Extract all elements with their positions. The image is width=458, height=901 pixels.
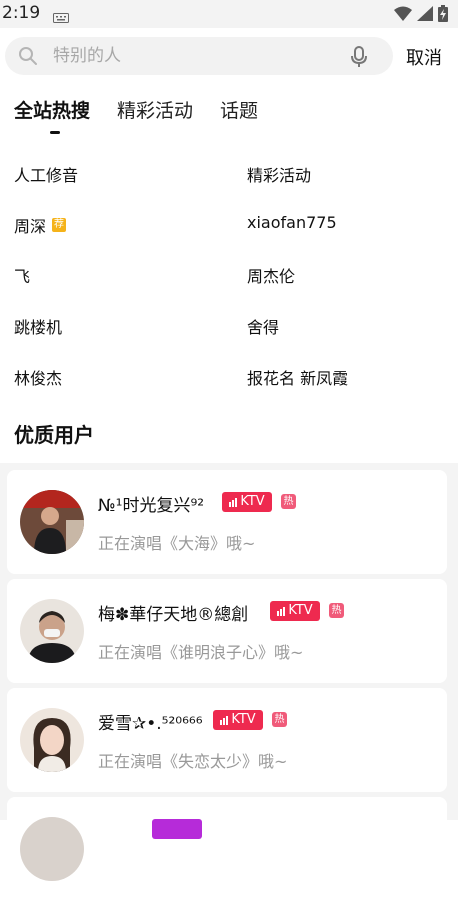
signal-icon <box>417 6 433 25</box>
ktv-bars-icon <box>277 606 286 616</box>
avatar[interactable] <box>20 817 84 881</box>
user-card[interactable]: №¹时光复兴⁹² KTV 热 正在演唱《大海》哦~ <box>7 470 447 574</box>
hot-search-label: xiaofan775 <box>247 213 337 232</box>
hot-search-item[interactable]: 精彩活动 <box>247 162 311 186</box>
singing-status: 正在演唱《失恋太少》哦~ <box>98 752 288 771</box>
hot-search-item[interactable]: 报花名 新凤霞 <box>247 365 348 389</box>
tab-topics[interactable]: 话题 <box>220 96 258 123</box>
hot-search-label: 林俊杰 <box>14 369 63 388</box>
ktv-badge <box>152 819 202 839</box>
microphone-icon[interactable] <box>351 46 367 72</box>
quality-user-list: №¹时光复兴⁹² KTV 热 正在演唱《大海》哦~ 梅✽華仔天地®總創 KTV … <box>0 463 458 901</box>
hot-search-item[interactable]: 林俊杰 <box>14 365 62 389</box>
user-card[interactable]: 梅✽華仔天地®總創 KTV 热 正在演唱《谁明浪子心》哦~ <box>7 579 447 683</box>
hot-search-item[interactable]: xiaofan775 <box>247 213 337 232</box>
ktv-badge: KTV <box>270 601 320 621</box>
tab-indicator <box>50 131 60 134</box>
ktv-label: KTV <box>231 712 256 727</box>
hot-badge: 热 <box>281 494 296 509</box>
hot-search-label: 飞 <box>14 267 31 286</box>
hot-search-item[interactable]: 人工修音 <box>14 162 78 186</box>
user-name: 梅✽華仔天地®總創 <box>98 605 249 625</box>
avatar[interactable] <box>20 708 84 772</box>
tab-hot-search[interactable]: 全站热搜 <box>14 96 90 123</box>
status-bar: 2:19 <box>0 0 458 28</box>
section-title-quality-users: 优质用户 <box>14 423 94 447</box>
hot-search-label: 周深 <box>14 217 47 236</box>
battery-icon <box>438 5 448 26</box>
search-bar[interactable] <box>5 37 393 75</box>
hot-search-label: 人工修音 <box>14 166 79 185</box>
search-input[interactable] <box>53 37 343 75</box>
ktv-label: KTV <box>288 603 313 618</box>
hot-search-label: 舍得 <box>247 318 280 337</box>
recommend-badge: 荐 <box>52 218 67 232</box>
user-card[interactable]: 爱雪✰•.⁵²⁰⁶⁶⁶ KTV 热 正在演唱《失恋太少》哦~ <box>7 688 447 792</box>
avatar[interactable] <box>20 490 84 554</box>
ktv-bars-icon <box>220 715 229 725</box>
hot-search-item[interactable]: 舍得 <box>247 314 279 338</box>
status-time: 2:19 <box>2 3 41 23</box>
cancel-button[interactable]: 取消 <box>406 44 442 70</box>
singing-status: 正在演唱《大海》哦~ <box>98 534 256 553</box>
hot-search-label: 周杰伦 <box>247 267 296 286</box>
ktv-bars-icon <box>229 497 238 507</box>
keyboard-icon <box>53 8 69 27</box>
avatar[interactable] <box>20 599 84 663</box>
ktv-badge: KTV <box>213 710 263 730</box>
user-name: №¹时光复兴⁹² <box>98 496 205 516</box>
tab-events[interactable]: 精彩活动 <box>117 96 193 123</box>
hot-badge: 热 <box>272 712 287 727</box>
singing-status: 正在演唱《谁明浪子心》哦~ <box>98 643 304 662</box>
search-icon <box>18 46 38 70</box>
hot-search-label: 精彩活动 <box>247 166 312 185</box>
ktv-label: KTV <box>240 494 265 509</box>
hot-search-item[interactable]: 周杰伦 <box>247 263 295 287</box>
hot-search-item[interactable]: 跳楼机 <box>14 314 62 338</box>
user-name: 爱雪✰•.⁵²⁰⁶⁶⁶ <box>98 714 203 734</box>
hot-search-item[interactable]: 周深荐 <box>14 213 67 237</box>
ktv-badge: KTV <box>222 492 272 512</box>
hot-badge: 热 <box>329 603 344 618</box>
hot-search-item[interactable]: 飞 <box>14 263 30 287</box>
hot-search-label: 跳楼机 <box>14 318 63 337</box>
user-card-partial[interactable] <box>7 797 447 901</box>
wifi-icon <box>394 6 412 25</box>
hot-search-label: 报花名 新凤霞 <box>247 369 349 388</box>
